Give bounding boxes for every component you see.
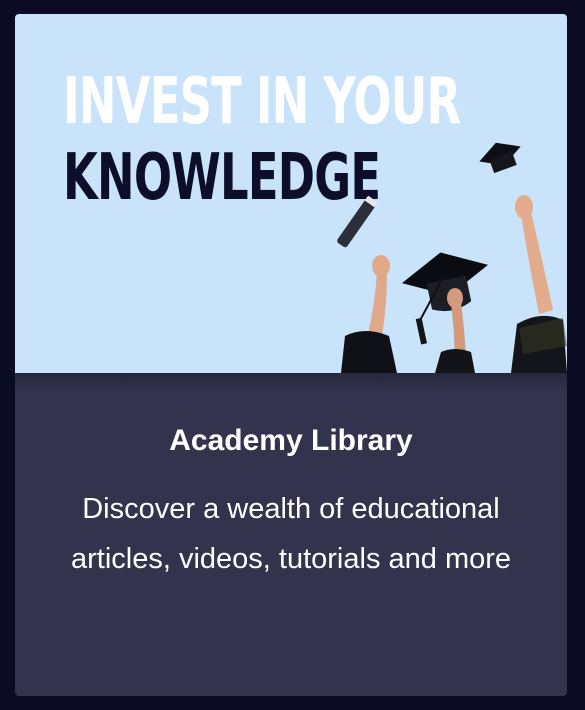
academy-library-card[interactable]: INVEST IN YOUR KNOWLEDGE Academy Library… [15, 14, 567, 696]
card-description: Discover a wealth of educational article… [70, 493, 512, 575]
card-title: Academy Library [169, 424, 413, 457]
hero-divider-shadow [15, 373, 567, 391]
graduation-caps-thrown-icon [337, 142, 567, 373]
hero-banner: INVEST IN YOUR KNOWLEDGE [15, 14, 567, 373]
